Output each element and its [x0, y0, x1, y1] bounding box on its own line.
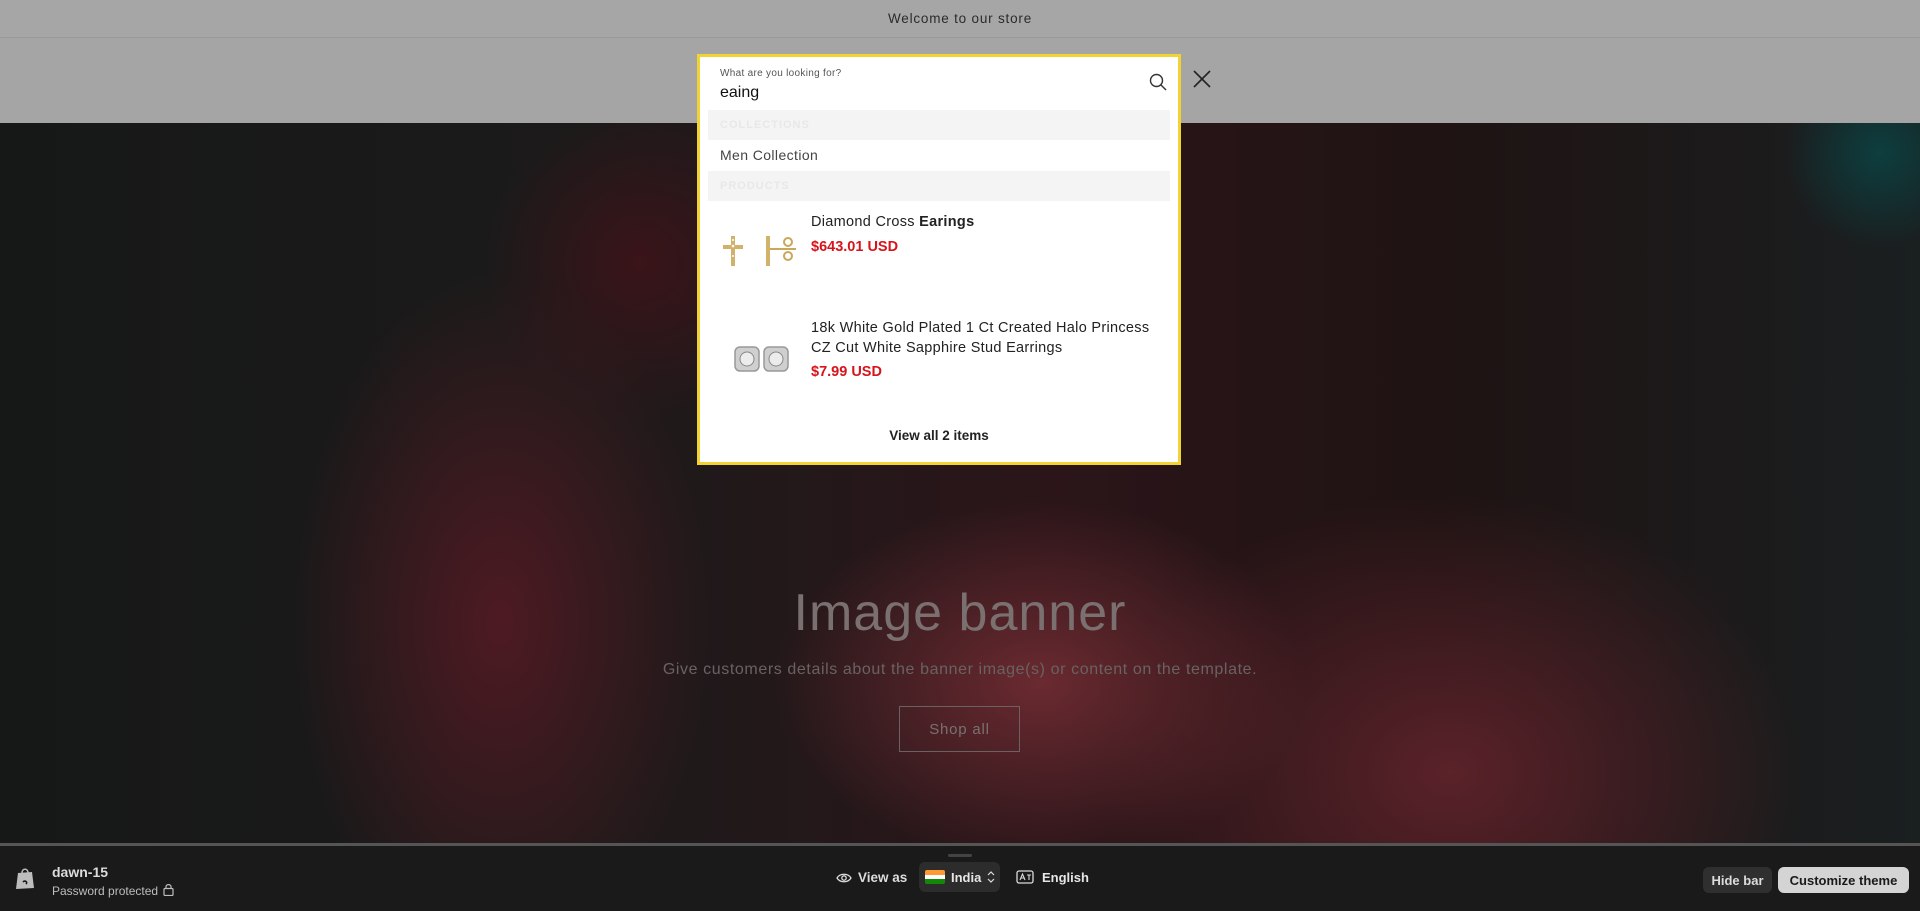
store-status: Password protected: [52, 884, 159, 898]
customize-theme-button[interactable]: Customize theme: [1778, 867, 1909, 893]
view-as-text: View as: [858, 870, 908, 885]
language-label: English: [1042, 869, 1089, 885]
stud-earrings-thumbnail: [720, 321, 802, 403]
preview-bar: dawn-15 Password protected View as India…: [0, 843, 1920, 911]
banner-subtitle: Give customers details about the banner …: [662, 661, 1258, 678]
india-flag-icon: [925, 870, 945, 884]
product-price: $643.01 USD: [811, 239, 899, 255]
store-name: dawn-15: [52, 864, 109, 880]
product-item[interactable]: 18k White Gold Plated 1 Ct Created Halo …: [708, 311, 1170, 416]
product-name: 18k White Gold Plated 1 Ct Created Halo …: [811, 320, 1150, 356]
products-header: PRODUCTS: [708, 171, 1170, 201]
lock-icon: [163, 884, 174, 896]
product-name-highlight: Earings: [919, 214, 975, 230]
product-item[interactable]: Diamond Cross Earings $643.01 USD: [708, 202, 1170, 307]
product-price: $7.99 USD: [811, 364, 882, 380]
announcement-bar: Welcome to our store: [0, 0, 1920, 38]
banner-title: Image banner: [793, 584, 1127, 642]
shop-all-button[interactable]: Shop all: [899, 706, 1020, 752]
collections-header: COLLECTIONS: [708, 110, 1170, 140]
close-icon[interactable]: [1192, 69, 1212, 89]
search-modal: What are you looking for? COLLECTIONS Me…: [697, 54, 1181, 465]
shopify-bag-icon: [16, 868, 34, 889]
view-all-results-link[interactable]: View all 2 items: [708, 416, 1170, 456]
view-as-label: View as: [836, 870, 907, 885]
search-label: What are you looking for?: [720, 68, 842, 79]
language-selector[interactable]: English: [1010, 862, 1095, 892]
country-label: India: [951, 869, 982, 885]
earring-cross-thumbnail: [720, 212, 802, 294]
product-name-text: Diamond Cross: [811, 214, 920, 230]
search-icon[interactable]: [1148, 72, 1168, 92]
collection-item-men[interactable]: Men Collection: [708, 140, 1170, 171]
search-input[interactable]: [720, 82, 1120, 104]
hide-bar-button[interactable]: Hide bar: [1703, 867, 1772, 893]
eye-icon: [836, 873, 852, 882]
translate-icon: [1016, 870, 1034, 884]
chevron-up-down-icon: [987, 871, 995, 883]
product-name: Diamond Cross Earings: [811, 212, 1151, 232]
announcement-text: Welcome to our store: [887, 11, 1033, 26]
drag-handle[interactable]: [948, 854, 972, 857]
search-field[interactable]: What are you looking for?: [708, 62, 1170, 111]
country-selector[interactable]: India: [919, 862, 1000, 892]
